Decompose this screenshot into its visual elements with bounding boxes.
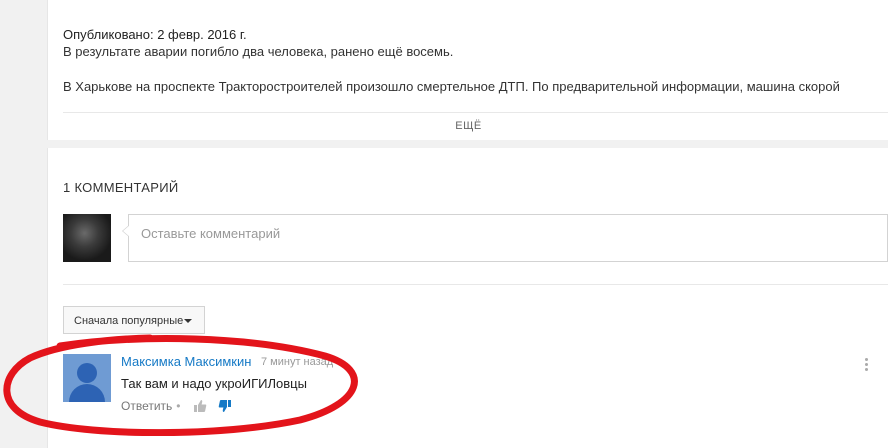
description-card: Опубликовано: 2 февр. 2016 г. В результа… <box>47 0 888 140</box>
more-options-icon[interactable] <box>865 358 869 373</box>
divider <box>63 112 888 113</box>
comment-actions: Ответить • <box>121 399 231 413</box>
description-text-line: В Харькове на проспекте Тракторостроител… <box>63 79 840 94</box>
comment-box[interactable] <box>122 214 888 262</box>
comment-input[interactable] <box>139 225 743 242</box>
comment-author[interactable]: Максимка Максимкин <box>121 354 251 369</box>
description-text-line: В результате аварии погибло два человека… <box>63 44 454 59</box>
thumbs-up-icon[interactable] <box>193 399 207 413</box>
divider <box>63 284 888 285</box>
show-more-button[interactable]: ЕЩЁ <box>48 120 888 132</box>
reply-button[interactable]: Ответить <box>121 399 172 413</box>
thumbs-down-icon[interactable] <box>218 399 232 413</box>
chevron-down-icon <box>184 319 192 323</box>
comments-section: 1 КОММЕНТАРИЙ Сначала популярные Максимк… <box>47 148 888 448</box>
separator-dot: • <box>176 399 181 413</box>
user-silhouette-icon <box>77 363 97 383</box>
sort-dropdown[interactable]: Сначала популярные <box>63 306 205 334</box>
comment-text: Так вам и надо укроИГИЛовцы <box>121 376 307 391</box>
comment-timestamp[interactable]: 7 минут назад <box>261 356 333 368</box>
published-date: Опубликовано: 2 февр. 2016 г. <box>63 27 247 42</box>
avatar[interactable] <box>63 354 111 402</box>
comments-count: 1 КОММЕНТАРИЙ <box>63 180 179 195</box>
sort-label: Сначала популярные <box>74 315 184 327</box>
current-user-avatar <box>63 214 111 262</box>
